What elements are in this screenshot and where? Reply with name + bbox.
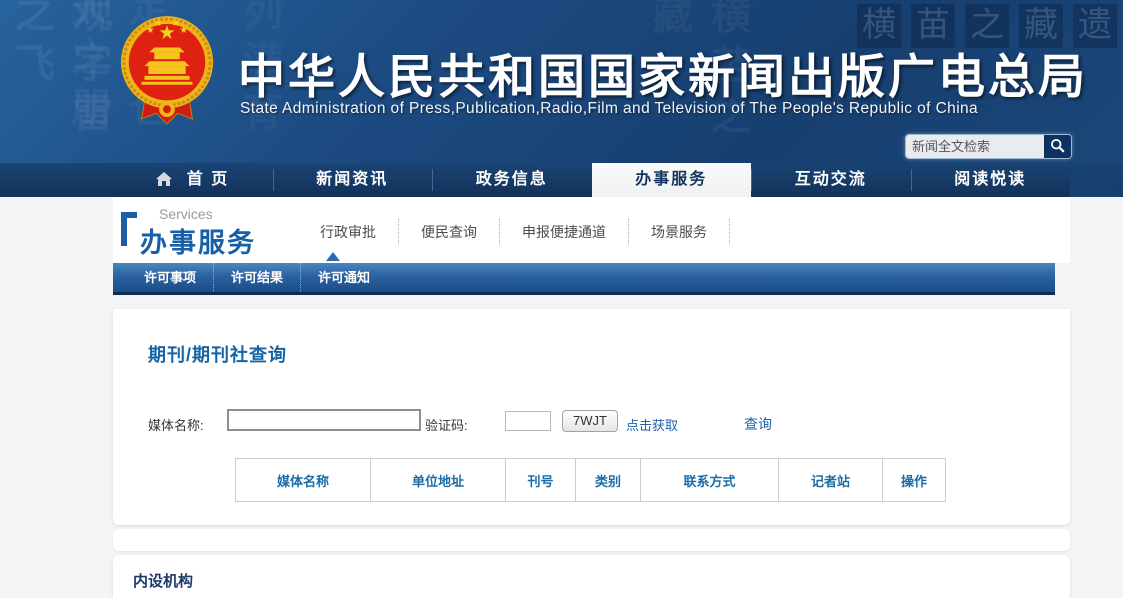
query-link[interactable]: 查询 xyxy=(744,414,772,434)
submenu-bar: 许可事项 许可结果 许可通知 xyxy=(113,263,1055,295)
tab-declaration-channel[interactable]: 申报便捷通道 xyxy=(500,219,629,245)
captcha-refresh-link[interactable]: 点击获取 xyxy=(626,415,678,434)
media-name-input[interactable] xyxy=(227,409,421,431)
services-eyebrow: Services xyxy=(159,206,213,222)
submenu-license-results[interactable]: 许可结果 xyxy=(214,263,301,292)
tab-scenario-services[interactable]: 场景服务 xyxy=(629,219,730,245)
internal-orgs-panel: 内设机构 xyxy=(113,555,1070,598)
nav-spacer xyxy=(0,163,113,197)
search-icon xyxy=(1050,138,1065,156)
tab-administrative-approval[interactable]: 行政审批 xyxy=(298,219,399,245)
site-title: 中华人民共和国国家新闻出版广电总局 xyxy=(238,38,1088,107)
col-unit-address: 单位地址 xyxy=(371,459,506,502)
results-table: 媒体名称 单位地址 刊号 类别 联系方式 记者站 操作 xyxy=(235,458,946,502)
search-button[interactable] xyxy=(1044,135,1071,158)
col-operation: 操作 xyxy=(883,459,946,502)
table-header-row: 媒体名称 单位地址 刊号 类别 联系方式 记者站 操作 xyxy=(236,459,946,502)
site-search xyxy=(905,134,1072,159)
nav-item-label: 首 页 xyxy=(187,171,229,188)
spacer xyxy=(113,295,1070,309)
page-title: 期刊/期刊社查询 xyxy=(148,341,287,367)
header-texture: 观字雷之飞 xyxy=(2,0,118,163)
national-emblem xyxy=(118,10,216,137)
internal-orgs-title: 内设机构 xyxy=(133,570,193,591)
col-issue-number: 刊号 xyxy=(506,459,576,502)
main-nav: 首 页 新闻资讯 政务信息 办事服务 互动交流 阅读悦读 xyxy=(0,163,1123,197)
media-name-label: 媒体名称: xyxy=(148,415,204,434)
search-input[interactable] xyxy=(906,135,1044,158)
corner-bracket-decoration xyxy=(121,212,137,246)
content-area: Services 办事服务 行政审批 便民查询 申报便捷通道 场景服务 许可事项… xyxy=(113,197,1070,598)
divider-panel xyxy=(113,529,1070,551)
submenu-license-items[interactable]: 许可事项 xyxy=(127,263,214,292)
col-category: 类别 xyxy=(576,459,641,502)
nav-item-reading[interactable]: 阅读悦读 xyxy=(911,163,1071,197)
home-icon xyxy=(156,173,178,190)
nav-item-services[interactable]: 办事服务 xyxy=(592,163,752,197)
site-header: 观字雷之飞 足日也天之朋 列满育 横苗之藏 横苗之藏遗 中华人民共和国国家新闻出… xyxy=(0,0,1123,163)
nav-item-interaction[interactable]: 互动交流 xyxy=(751,163,911,197)
submenu-license-notices[interactable]: 许可通知 xyxy=(301,263,387,292)
col-contact: 联系方式 xyxy=(641,459,779,502)
col-reporter-station: 记者站 xyxy=(779,459,883,502)
captcha-input[interactable] xyxy=(505,411,551,431)
query-panel: 期刊/期刊社查询 媒体名称: 验证码: 7WJT 点击获取 查询 媒体名称 单位… xyxy=(113,309,1070,525)
captcha-code-button[interactable]: 7WJT xyxy=(562,410,618,432)
services-panel: Services 办事服务 行政审批 便民查询 申报便捷通道 场景服务 xyxy=(113,197,1070,263)
captcha-label: 验证码: xyxy=(425,415,468,434)
nav-item-home[interactable]: 首 页 xyxy=(113,163,273,197)
tab-convenience-query[interactable]: 便民查询 xyxy=(399,219,500,245)
nav-item-gov-info[interactable]: 政务信息 xyxy=(432,163,592,197)
site-subtitle: State Administration of Press,Publicatio… xyxy=(240,100,978,118)
nav-item-news[interactable]: 新闻资讯 xyxy=(273,163,433,197)
services-title: 办事服务 xyxy=(140,221,256,260)
services-tabs: 行政审批 便民查询 申报便捷通道 场景服务 xyxy=(298,219,730,245)
col-media-name: 媒体名称 xyxy=(236,459,371,502)
